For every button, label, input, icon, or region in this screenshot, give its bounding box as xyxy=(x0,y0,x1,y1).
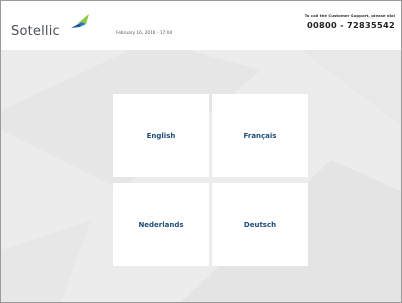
header: Sotellic February 16, 2016 - 17:04 To ca… xyxy=(1,1,401,50)
current-datetime: February 16, 2016 - 17:04 xyxy=(116,31,173,36)
language-english-label: English xyxy=(146,131,176,140)
language-german-label: Deutsch xyxy=(243,220,277,229)
language-selection-area: English Français Nederlands Deutsch xyxy=(1,50,401,302)
language-dutch-label: Nederlands xyxy=(138,220,184,229)
language-french-button[interactable]: Français xyxy=(212,94,308,177)
language-french-label: Français xyxy=(243,131,277,140)
support-info: To call the Customer Support, please dia… xyxy=(305,13,395,30)
app-window: Sotellic February 16, 2016 - 17:04 To ca… xyxy=(0,0,402,303)
language-dutch-button[interactable]: Nederlands xyxy=(113,183,209,266)
support-phone-number: 00800 - 72835542 xyxy=(307,20,395,30)
support-label: To call the Customer Support, please dia… xyxy=(304,13,395,18)
brand-name: Sotellic xyxy=(11,24,60,39)
language-english-button[interactable]: English xyxy=(113,94,209,177)
language-german-button[interactable]: Deutsch xyxy=(212,183,308,266)
arrow-logo-icon xyxy=(71,14,89,28)
